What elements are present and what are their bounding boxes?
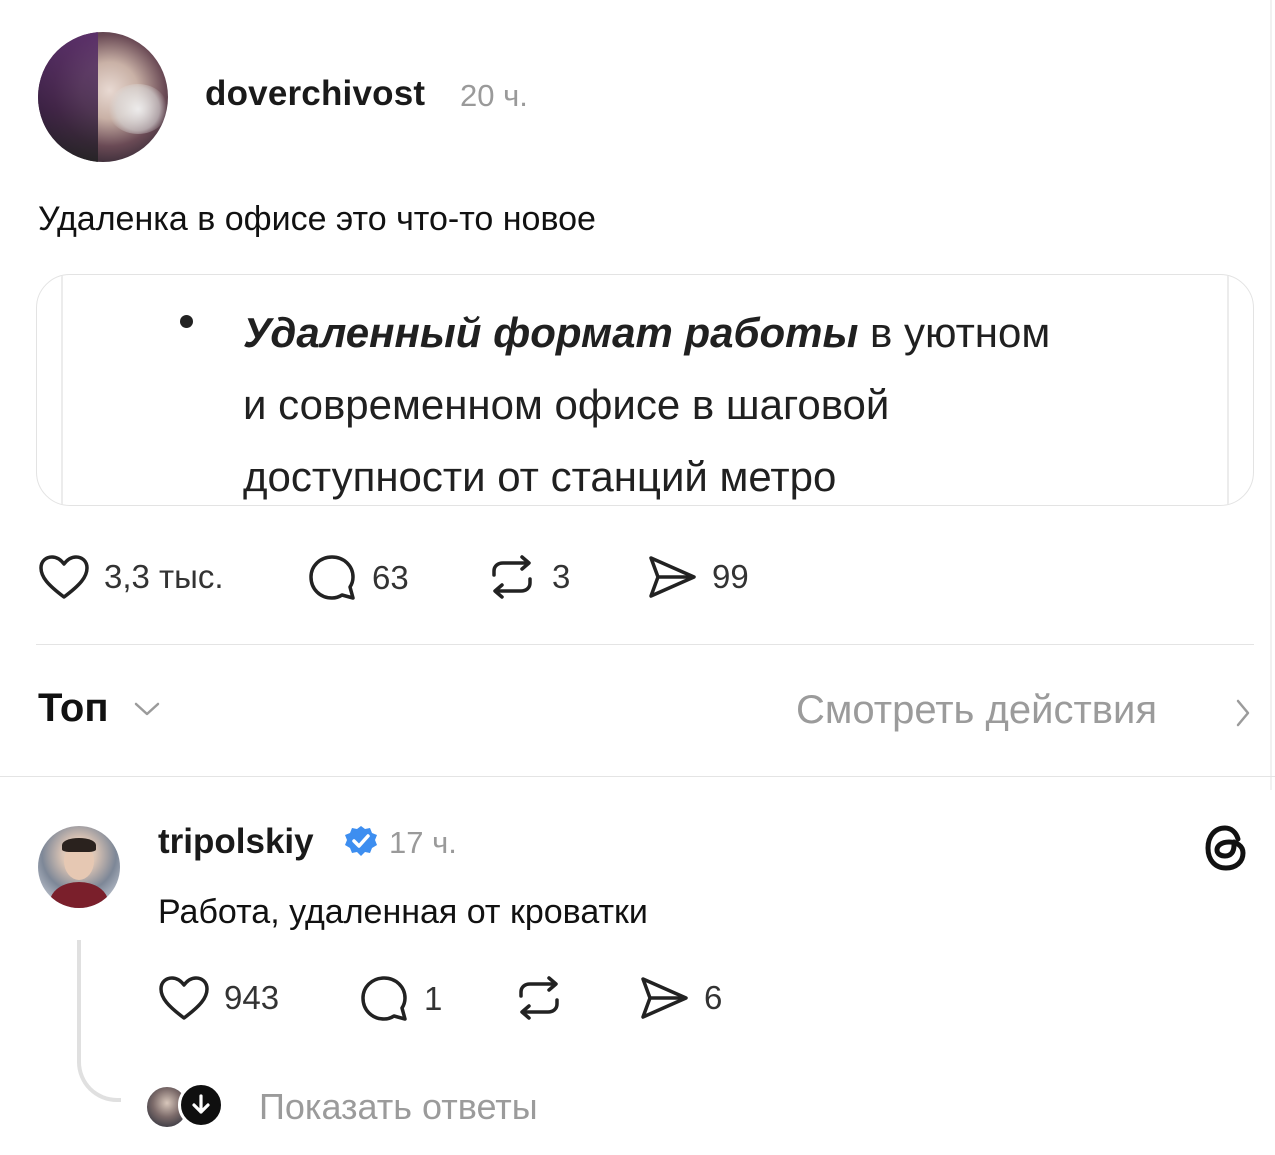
comment-icon — [361, 976, 407, 1021]
chevron-down-icon[interactable] — [133, 700, 161, 718]
image-text-line-3: доступности от станций метро — [243, 453, 837, 500]
reply-text: Работа, удаленная от кроватки — [158, 893, 648, 931]
image-edge-left — [61, 275, 63, 505]
image-edge-right — [1227, 275, 1229, 505]
view-activity-link[interactable]: Смотреть действия — [796, 688, 1157, 733]
right-edge-line — [1270, 0, 1272, 790]
reply-share-count: 6 — [704, 979, 723, 1016]
repost-button[interactable]: 3 — [486, 553, 570, 601]
heart-icon — [159, 976, 209, 1020]
post-time: 20 ч. — [460, 78, 528, 113]
reply-like-button[interactable]: 943 — [158, 975, 279, 1021]
image-text: Удаленный формат работы в уютном и совре… — [243, 297, 1203, 505]
like-count: 3,3 тыс. — [104, 558, 224, 595]
arrow-down-icon — [192, 1094, 210, 1114]
reply-repost-button[interactable] — [513, 974, 565, 1022]
comment-button[interactable]: 63 — [306, 553, 409, 603]
reply-author-avatar[interactable] — [38, 826, 120, 908]
heart-icon — [39, 555, 89, 599]
share-icon — [641, 977, 688, 1019]
share-button[interactable]: 99 — [646, 553, 749, 601]
repost-icon — [519, 976, 559, 1020]
sort-dropdown-label[interactable]: Топ — [38, 686, 109, 731]
repost-icon — [492, 555, 532, 599]
post-image[interactable]: Удаленный формат работы в уютном и совре… — [36, 274, 1254, 506]
image-bold-text: Удаленный формат работы — [243, 309, 859, 356]
divider — [36, 644, 1254, 645]
reply-like-count: 943 — [224, 979, 280, 1016]
image-text-line-2: и современном офисе в шаговой — [243, 381, 890, 428]
reply-share-button[interactable]: 6 — [638, 974, 722, 1022]
comment-count: 63 — [372, 559, 409, 596]
threads-icon[interactable] — [1200, 822, 1252, 874]
repost-count: 3 — [552, 558, 571, 595]
avatar-shirt — [50, 882, 108, 908]
image-text-line-1: Удаленный формат работы в уютном — [243, 297, 1203, 369]
show-replies-link[interactable]: Показать ответы — [259, 1086, 538, 1128]
avatar-smoke — [108, 84, 168, 134]
reply-comment-button[interactable]: 1 — [358, 974, 442, 1024]
bullet-point — [180, 315, 193, 328]
image-line1-rest: в уютном — [858, 309, 1051, 356]
share-count: 99 — [712, 558, 749, 595]
author-username[interactable]: doverchivost — [205, 74, 425, 114]
reply-time: 17 ч. — [389, 825, 457, 860]
thread-connector-line — [77, 940, 121, 1102]
avatar-hair — [38, 32, 98, 162]
verified-icon — [345, 826, 377, 856]
like-button[interactable]: 3,3 тыс. — [38, 554, 224, 600]
reply-comment-count: 1 — [424, 980, 443, 1017]
expand-replies-badge[interactable] — [178, 1082, 224, 1128]
section-divider — [0, 776, 1275, 777]
comment-icon — [309, 555, 355, 600]
author-avatar[interactable] — [38, 32, 168, 162]
avatar-hair — [62, 838, 96, 852]
post-text: Удаленка в офисе это что-то новое — [38, 200, 596, 238]
chevron-right-icon[interactable] — [1234, 698, 1252, 728]
reply-username[interactable]: tripolskiy — [158, 822, 314, 862]
share-icon — [649, 556, 696, 598]
